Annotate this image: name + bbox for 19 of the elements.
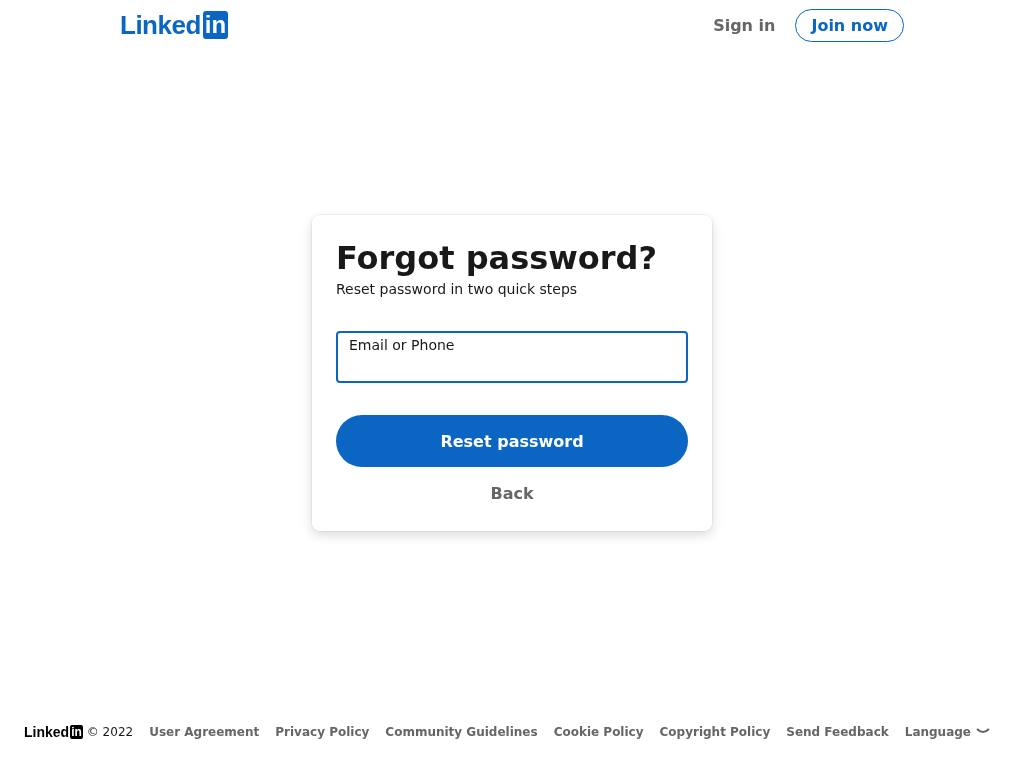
footer-link[interactable]: Send Feedback [786,725,889,739]
language-dropdown[interactable]: Language [904,725,990,739]
back-link[interactable]: Back [490,484,534,503]
footer-logo-wordmark[interactable]: Linked [24,724,70,740]
logo-wordmark[interactable]: Linked [120,9,201,41]
footer-link[interactable]: Community Guidelines [385,725,538,739]
chevron-down-icon [976,728,990,736]
logo-badge[interactable]: in [202,11,229,39]
sign-in-link[interactable]: Sign in [713,15,776,35]
copyright-text: © 2022 [86,725,134,739]
footer-link[interactable]: Copyright Policy [659,725,771,739]
email-or-phone-field[interactable]: Email or Phone [336,331,688,383]
footer-logo-badge[interactable]: in [70,725,83,739]
page-title: Forgot password? [336,239,659,277]
footer-link[interactable]: User Agreement [149,725,260,739]
footer-link[interactable]: Privacy Policy [275,725,370,739]
reset-password-button[interactable]: Reset password [336,415,688,467]
subtitle: Reset password in two quick steps [336,281,579,297]
footer-link[interactable]: Cookie Policy [553,725,644,739]
